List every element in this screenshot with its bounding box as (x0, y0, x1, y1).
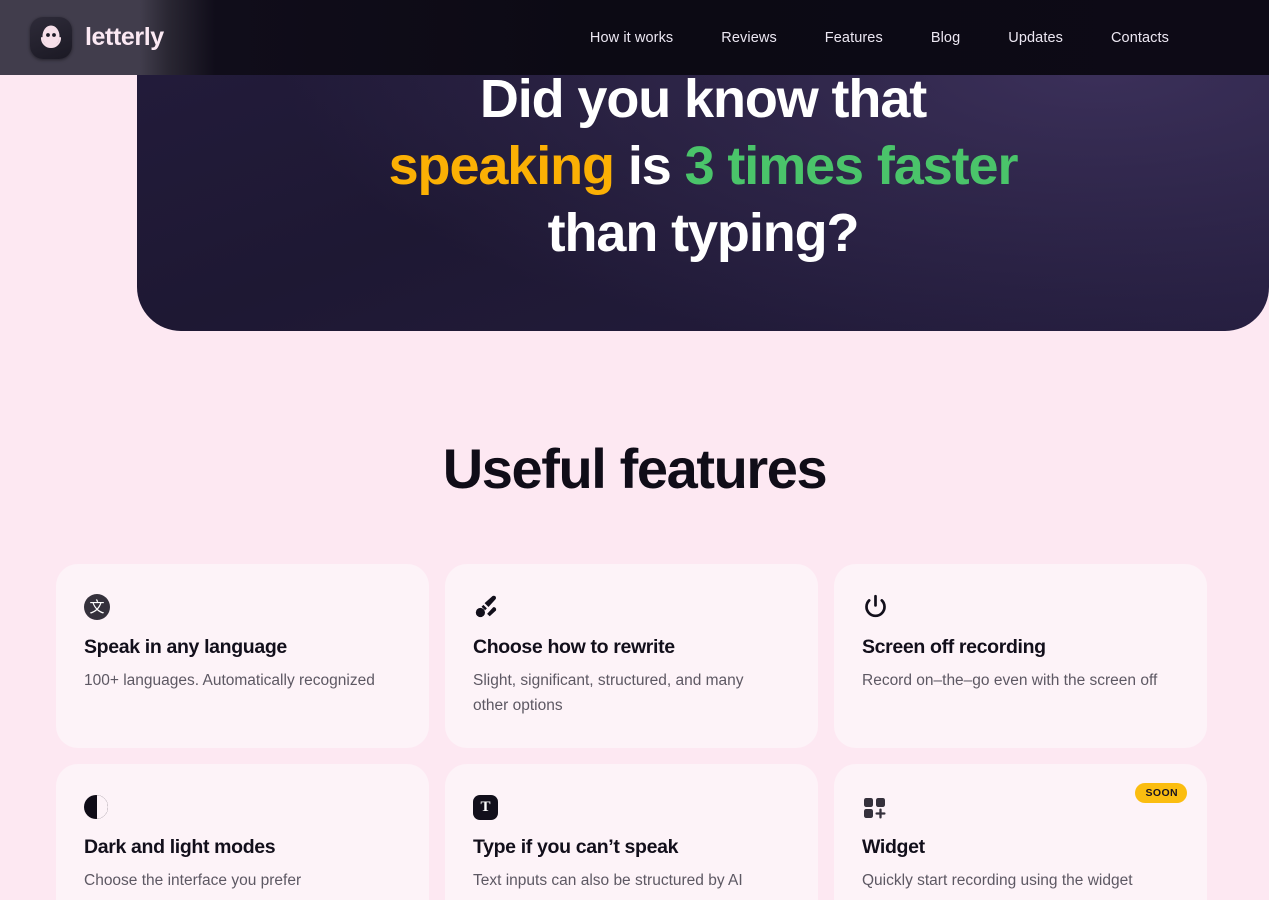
nav-updates[interactable]: Updates (984, 30, 1087, 46)
feature-card[interactable]: Choose how to rewrite Slight, significan… (445, 564, 818, 748)
feature-card-title: Type if you can’t speak (473, 836, 679, 858)
type-icon-glyph: T (473, 794, 498, 820)
brand-name: letterly (85, 23, 164, 51)
hero-highlight-speaking: speaking (388, 136, 615, 196)
main-navigation: How it works Reviews Features Blog Updat… (175, 0, 1269, 75)
feature-card-description: Slight, significant, structured, and man… (473, 672, 744, 714)
language-icon-glyph: 文 (84, 594, 110, 620)
feature-card-description: Text inputs can also be structured by AI (473, 872, 743, 889)
power-icon (862, 592, 892, 622)
language-character-circle-icon: 文 (84, 592, 114, 622)
hero-highlight-faster: 3 times faster (684, 136, 1019, 196)
nav-contacts[interactable]: Contacts (1087, 30, 1193, 46)
feature-card[interactable]: T Type if you can’t speak Text inputs ca… (445, 764, 818, 900)
features-card-grid: 文 Speak in any language 100+ languages. … (56, 564, 1213, 900)
features-section-title: Useful features (442, 437, 828, 500)
feature-card-title: Speak in any language (84, 636, 287, 658)
nav-features[interactable]: Features (801, 30, 907, 46)
feature-card-description: Quickly start recording using the widget (862, 872, 1133, 889)
feature-card-description: Choose the interface you prefer (84, 872, 302, 889)
feature-card-title: Widget (862, 836, 925, 858)
feature-card[interactable]: Screen off recording Record on–the–go ev… (834, 564, 1207, 748)
contrast-glyph (84, 795, 108, 819)
feature-card-description: 100+ languages. Automatically recognized (84, 672, 375, 689)
nav-reviews[interactable]: Reviews (697, 30, 801, 46)
header-left-zone: letterly (0, 0, 175, 75)
feature-card[interactable]: SOON Widget Quickly start recording usin… (834, 764, 1207, 900)
widget-add-grid-icon (862, 792, 892, 822)
paint-brushes-icon (473, 592, 503, 622)
nav-how-it-works[interactable]: How it works (566, 30, 697, 46)
nav-blog[interactable]: Blog (907, 30, 984, 46)
hero-headline: Did you know that speaking is 3 times fa… (353, 66, 1053, 267)
site-header: letterly How it works Reviews Features B… (0, 0, 1269, 75)
contrast-half-circle-icon (84, 792, 114, 822)
feature-card[interactable]: 文 Speak in any language 100+ languages. … (56, 564, 429, 748)
hero-headline-connector: is (613, 136, 685, 196)
brand-logo-link[interactable]: letterly (30, 16, 164, 59)
text-type-square-icon: T (473, 792, 503, 822)
letterly-mascot-icon (30, 16, 72, 59)
feature-card-title: Screen off recording (862, 636, 1046, 658)
hero-headline-line-3: than typing? (547, 203, 860, 263)
feature-card-description: Record on–the–go even with the screen of… (862, 672, 1158, 689)
features-section: Useful features 文 Speak in any language … (0, 331, 1269, 900)
feature-card[interactable]: Dark and light modes Choose the interfac… (56, 764, 429, 900)
status-badge-soon: SOON (1135, 783, 1187, 803)
feature-card-title: Choose how to rewrite (473, 636, 675, 658)
hero-headline-line-1: Did you know that (479, 69, 927, 129)
feature-card-title: Dark and light modes (84, 836, 276, 858)
